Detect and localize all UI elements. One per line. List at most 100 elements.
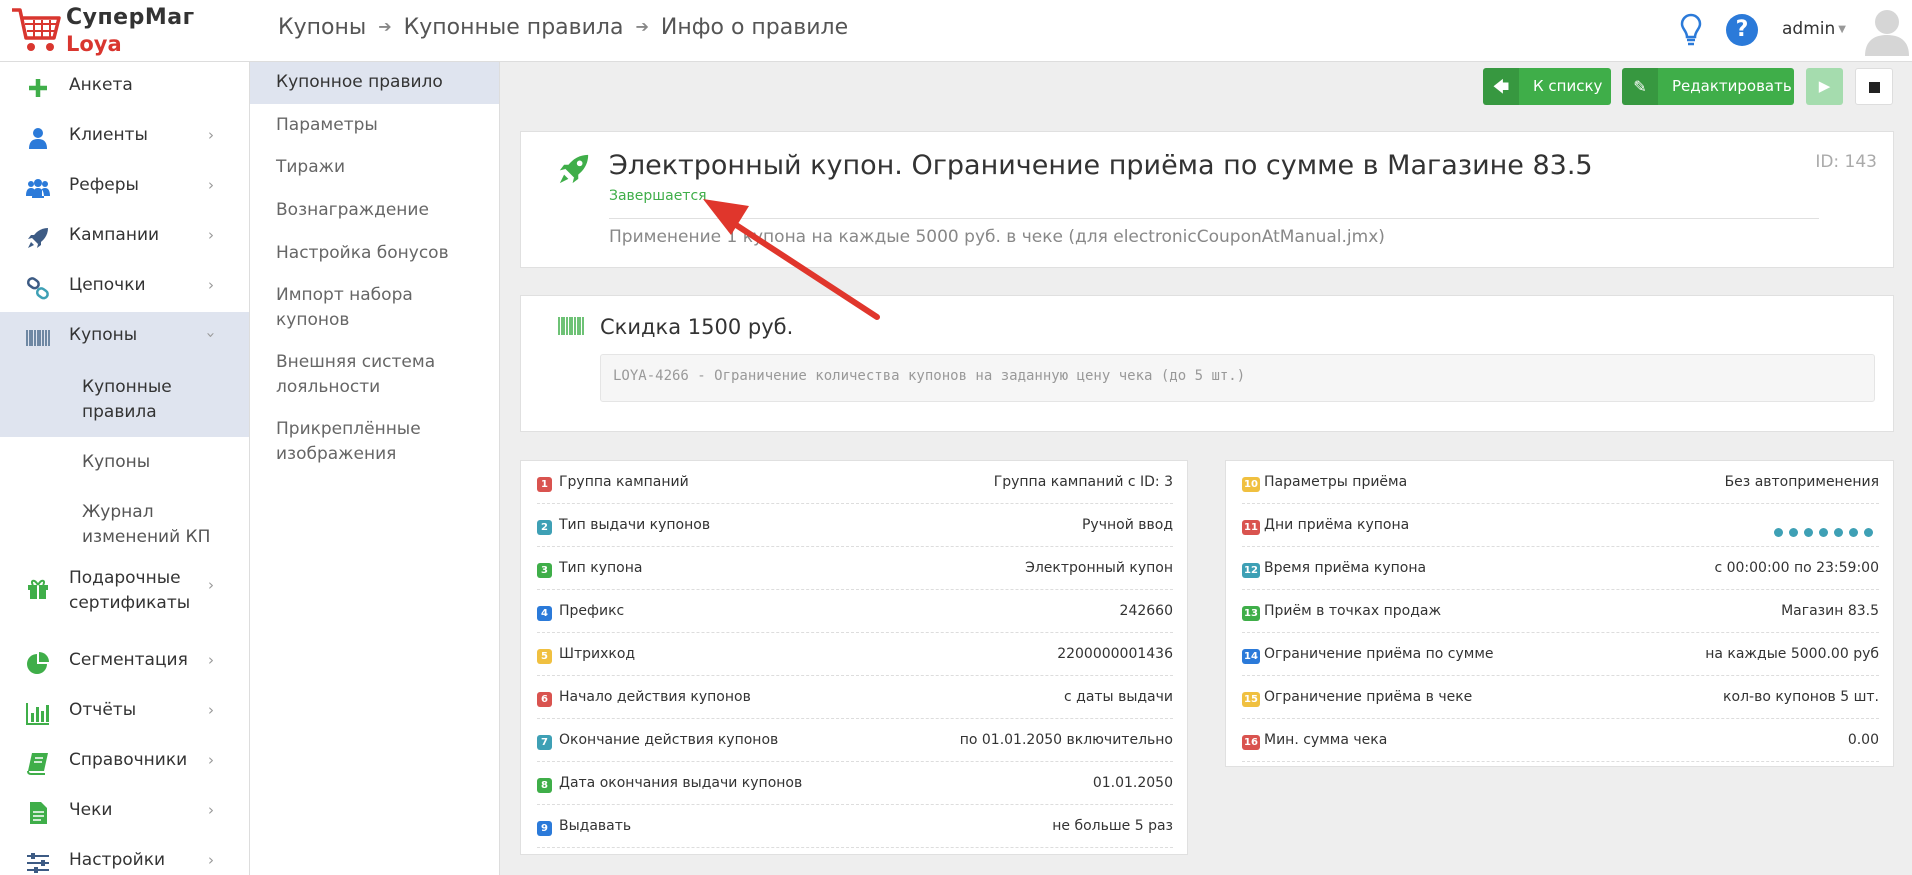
weekday-dot — [1849, 528, 1858, 537]
sidebar-subitem-changelog[interactable]: Журнал изменений КП — [0, 487, 249, 562]
sidebar-item-directories[interactable]: Справочники › — [0, 737, 249, 787]
sidebar-subitem-label: Журнал изменений КП — [82, 502, 211, 547]
chevron-right-icon: › — [208, 751, 214, 769]
start-button[interactable]: ▶ — [1806, 68, 1843, 105]
param-number-badge: 12 — [1242, 563, 1260, 578]
param-value: с даты выдачи — [1064, 689, 1173, 705]
param-row: 5 Штрихкод 2200000001436 — [537, 633, 1173, 676]
param-value: 242660 — [1119, 603, 1173, 619]
param-label: Выдавать — [559, 818, 632, 834]
menu-item-import-coupons[interactable]: Импорт набора купонов — [250, 273, 499, 340]
sidebar-item-coupons[interactable]: Купоны › — [0, 312, 249, 362]
menu-item-attached-images[interactable]: Прикреплённые изображения — [250, 407, 499, 474]
sidebar-subitem-coupons[interactable]: Купоны — [0, 437, 249, 487]
sidebar-item-reports[interactable]: Отчёты › — [0, 687, 249, 737]
param-number-badge: 16 — [1242, 735, 1260, 750]
rocket-icon — [559, 154, 589, 184]
menu-item-label: Внешняя система лояльности — [276, 352, 436, 397]
book-icon — [27, 753, 48, 775]
breadcrumb-item-coupons[interactable]: Купоны — [278, 15, 366, 40]
receipt-icon — [30, 802, 47, 824]
menu-item-label: Импорт набора купонов — [276, 285, 413, 330]
users-icon — [26, 179, 50, 198]
sidebar-subitem-coupon-rules[interactable]: Купонные правила — [0, 362, 249, 437]
param-value: не больше 5 раз — [1052, 818, 1173, 834]
rule-info-panel: Электронный купон. Ограничение приёма по… — [520, 131, 1894, 268]
param-number-badge: 2 — [537, 520, 552, 535]
avatar[interactable] — [1862, 4, 1912, 56]
param-label: Группа кампаний — [559, 474, 689, 490]
app-logo[interactable]: СуперМаг Loya — [0, 0, 250, 62]
rule-title: Электронный купон. Ограничение приёма по… — [609, 150, 1593, 181]
back-to-list-button[interactable]: 🡄 К списку — [1483, 68, 1611, 105]
sidebar-item-chains[interactable]: Цепочки › — [0, 262, 249, 312]
param-label: Окончание действия купонов — [559, 732, 779, 748]
param-value: Без автоприменения — [1724, 474, 1879, 490]
logo-title: СуперМаг — [66, 5, 195, 30]
reward-panel: Скидка 1500 руб. LOYA-4266 - Ограничение… — [520, 295, 1894, 432]
param-value: на каждые 5000.00 руб — [1705, 646, 1879, 662]
menu-item-reward[interactable]: Вознаграждение — [250, 188, 499, 231]
weekday-dot — [1819, 528, 1828, 537]
sidebar-subitem-label: Купонные правила — [82, 377, 172, 422]
gift-icon — [28, 579, 48, 599]
help-icon[interactable]: ? — [1726, 14, 1758, 46]
sidebar-item-referrers[interactable]: Реферы › — [0, 162, 249, 212]
sidebar-item-label: Отчёты — [69, 700, 137, 720]
cart-icon — [12, 8, 61, 51]
logo-subtitle: Loya — [66, 32, 122, 56]
param-row: 9 Выдавать не больше 5 раз — [537, 805, 1173, 848]
bar-chart-icon — [26, 703, 49, 725]
lightbulb-icon[interactable] — [1680, 13, 1702, 47]
stop-button[interactable] — [1855, 68, 1893, 105]
menu-item-label: Тиражи — [276, 157, 346, 177]
sidebar-item-segmentation[interactable]: Сегментация › — [0, 637, 249, 687]
menu-item-bonus-settings[interactable]: Настройка бонусов — [250, 231, 499, 273]
menu-item-coupon-rule[interactable]: Купонное правило — [250, 62, 499, 104]
param-number-badge: 4 — [537, 606, 552, 621]
sidebar-item-label: Анкета — [69, 75, 133, 95]
sidebar-item-settings[interactable]: Настройки › — [0, 837, 249, 875]
rule-description: Применение 1 купона на каждые 5000 руб. … — [609, 227, 1385, 247]
param-row: 4 Префикс 242660 — [537, 590, 1173, 633]
sidebar-item-receipts[interactable]: Чеки › — [0, 787, 249, 837]
breadcrumb-item-rules[interactable]: Купонные правила — [404, 15, 624, 40]
rule-status: Завершается — [609, 188, 707, 204]
weekday-dot — [1834, 528, 1843, 537]
param-value: с 00:00:00 по 23:59:00 — [1714, 560, 1879, 576]
param-row: 7 Окончание действия купонов по 01.01.2050… — [537, 719, 1173, 762]
param-row: 16 Мин. сумма чека 0.00 — [1242, 719, 1879, 762]
sidebar-item-clients[interactable]: Клиенты › — [0, 112, 249, 162]
menu-item-external-loyalty[interactable]: Внешняя система лояльности — [250, 340, 499, 407]
back-to-list-label: К списку — [1533, 77, 1603, 95]
sidebar-item-campaigns[interactable]: Кампании › — [0, 212, 249, 262]
param-value: 01.01.2050 — [1092, 775, 1173, 791]
param-value: 0.00 — [1847, 732, 1879, 748]
param-label: Ограничение приёма в чеке — [1264, 689, 1473, 705]
sidebar-item-label: Сегментация — [69, 650, 188, 670]
top-header: СуперМаг Loya Купоны ➔ Купонные правила ➔ Ин… — [0, 0, 1912, 62]
edit-button[interactable]: ✎ Редактировать — [1622, 68, 1794, 105]
sidebar-subitem-label: Купоны — [82, 452, 151, 472]
chevron-right-icon: › — [208, 851, 214, 869]
menu-item-parameters[interactable]: Параметры — [250, 104, 499, 146]
param-label: Тип выдачи купонов — [559, 517, 711, 533]
param-row: 6 Начало действия купонов с даты выдачи — [537, 676, 1173, 719]
weekday-dot — [1774, 528, 1783, 537]
user-menu[interactable]: admin ▼ — [1782, 19, 1846, 39]
rule-id: ID: 143 — [1815, 152, 1877, 172]
menu-item-label: Прикреплённые изображения — [276, 419, 421, 464]
arrow-left-icon: 🡄 — [1483, 68, 1519, 105]
menu-item-batches[interactable]: Тиражи — [250, 146, 499, 188]
chevron-right-icon: › — [208, 576, 214, 594]
sidebar-item-label: Настройки — [69, 850, 166, 870]
issue-params-panel: 1 Группа кампаний Группа кампаний с ID: 3 2… — [520, 460, 1188, 855]
weekday-dot — [1864, 528, 1873, 537]
param-value: Магазин 83.5 — [1781, 603, 1879, 619]
sidebar-item-gift-certificates[interactable]: Подарочные сертификаты › — [0, 562, 249, 637]
param-number-badge: 10 — [1242, 477, 1260, 492]
chevron-right-icon: › — [208, 226, 214, 244]
sidebar-item-questionnaire[interactable]: Анкета — [0, 62, 249, 112]
param-row: 10 Параметры приёма Без автоприменения — [1242, 461, 1879, 504]
sidebar-item-label: Реферы — [69, 175, 139, 195]
